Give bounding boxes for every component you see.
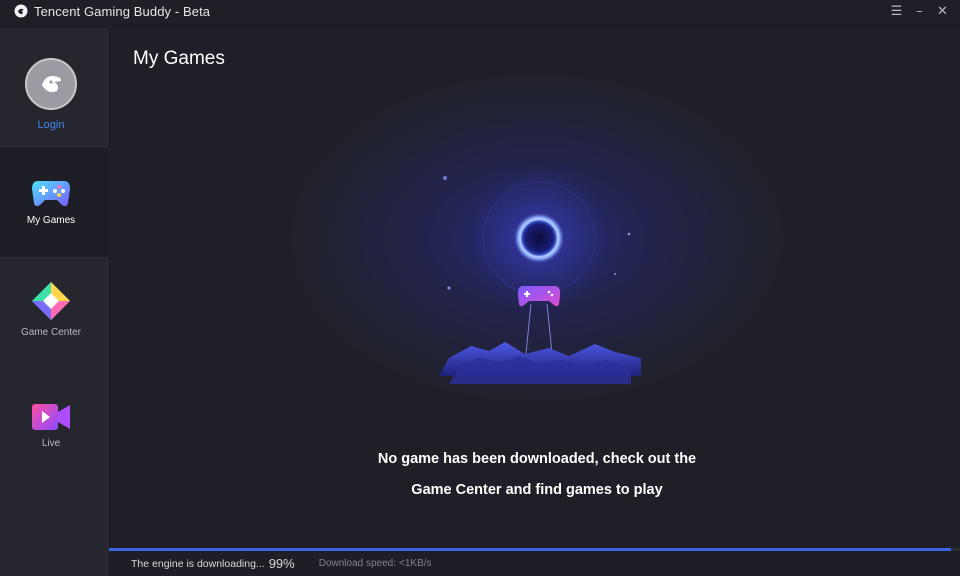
sidebar-item-label: Live xyxy=(41,438,61,449)
app-logo-icon xyxy=(14,4,28,18)
page-title: My Games xyxy=(133,48,225,69)
game-center-icon xyxy=(32,282,70,320)
menu-icon[interactable]: ☰ xyxy=(885,0,908,22)
live-video-icon xyxy=(32,404,70,430)
app-title: Tencent Gaming Buddy - Beta xyxy=(34,3,211,19)
login-link[interactable]: Login xyxy=(0,119,102,131)
app-logo-icon xyxy=(42,76,61,93)
sidebar: Login My Games Game Center Live xyxy=(0,28,108,576)
status-bar: The engine is downloading... 99% Downloa… xyxy=(109,551,960,576)
login-block[interactable]: Login xyxy=(0,28,108,146)
empty-message-line-1: No game has been downloaded, check out t… xyxy=(377,451,697,467)
close-button[interactable]: ✕ xyxy=(931,0,954,22)
sidebar-item-label: Game Center xyxy=(20,327,82,338)
title-bar: Tencent Gaming Buddy - Beta ☰ – ✕ xyxy=(0,0,960,22)
sidebar-item-live[interactable]: Live xyxy=(0,368,108,478)
sidebar-item-game-center[interactable]: Game Center xyxy=(0,258,108,368)
engine-status-text: The engine is downloading... xyxy=(131,557,265,570)
empty-state-illustration xyxy=(439,168,641,384)
download-speed-label: Download speed: xyxy=(318,558,396,569)
empty-message-line-2: Game Center and find games to play xyxy=(411,482,663,498)
minimize-button[interactable]: – xyxy=(908,0,931,22)
sidebar-item-label: My Games xyxy=(26,215,76,226)
download-speed-value: <1KB/s xyxy=(399,558,432,569)
download-percent: 99% xyxy=(268,556,295,571)
avatar[interactable] xyxy=(25,58,77,110)
main-content: My Games No game has been downloaded, ch… xyxy=(109,28,960,548)
window-controls: ☰ – ✕ xyxy=(885,0,954,22)
sidebar-item-my-games[interactable]: My Games xyxy=(0,146,108,258)
gamepad-icon xyxy=(32,181,70,207)
empty-state-message: No game has been downloaded, check out t… xyxy=(109,444,960,506)
